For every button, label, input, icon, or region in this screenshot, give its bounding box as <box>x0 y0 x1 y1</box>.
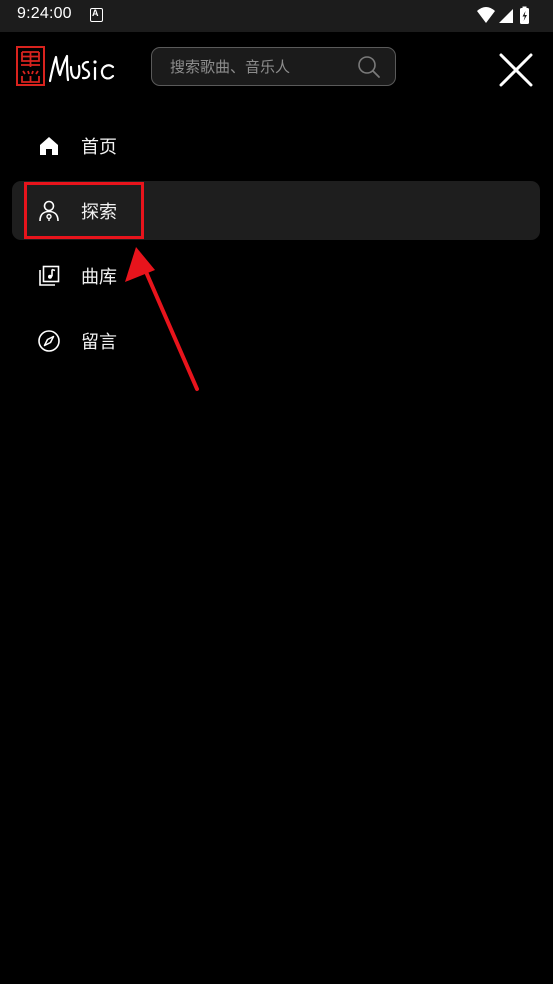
menu-item-messages[interactable]: 留言 <box>12 311 540 370</box>
menu-item-library[interactable]: 曲库 <box>12 246 540 305</box>
menu-item-home[interactable]: 首页 <box>12 116 540 175</box>
heishan-music-logo-icon[interactable] <box>16 45 116 89</box>
compass-icon <box>38 330 60 352</box>
menu-item-explore[interactable]: 探索 <box>12 181 540 240</box>
signal-icon <box>499 9 513 23</box>
menu-item-label: 首页 <box>81 137 117 158</box>
search-icon[interactable] <box>357 55 381 79</box>
menu-item-label: 留言 <box>81 332 117 353</box>
battery-charging-icon <box>520 6 529 24</box>
status-time: 9:24:00 <box>17 5 72 22</box>
status-bar: 9:24:00 A <box>0 0 553 32</box>
notification-app-letter: A <box>92 8 99 18</box>
menu-item-label: 曲库 <box>81 267 117 288</box>
wifi-icon <box>477 7 495 23</box>
search-box[interactable] <box>151 47 396 86</box>
user-location-icon <box>39 200 59 222</box>
notification-app-icon: A <box>90 8 103 22</box>
home-icon <box>40 137 58 155</box>
status-icons <box>477 6 529 24</box>
menu-item-label: 探索 <box>81 202 117 223</box>
search-input[interactable] <box>170 56 350 78</box>
header <box>0 32 553 112</box>
music-library-icon <box>39 265 60 286</box>
close-icon[interactable] <box>496 50 536 90</box>
